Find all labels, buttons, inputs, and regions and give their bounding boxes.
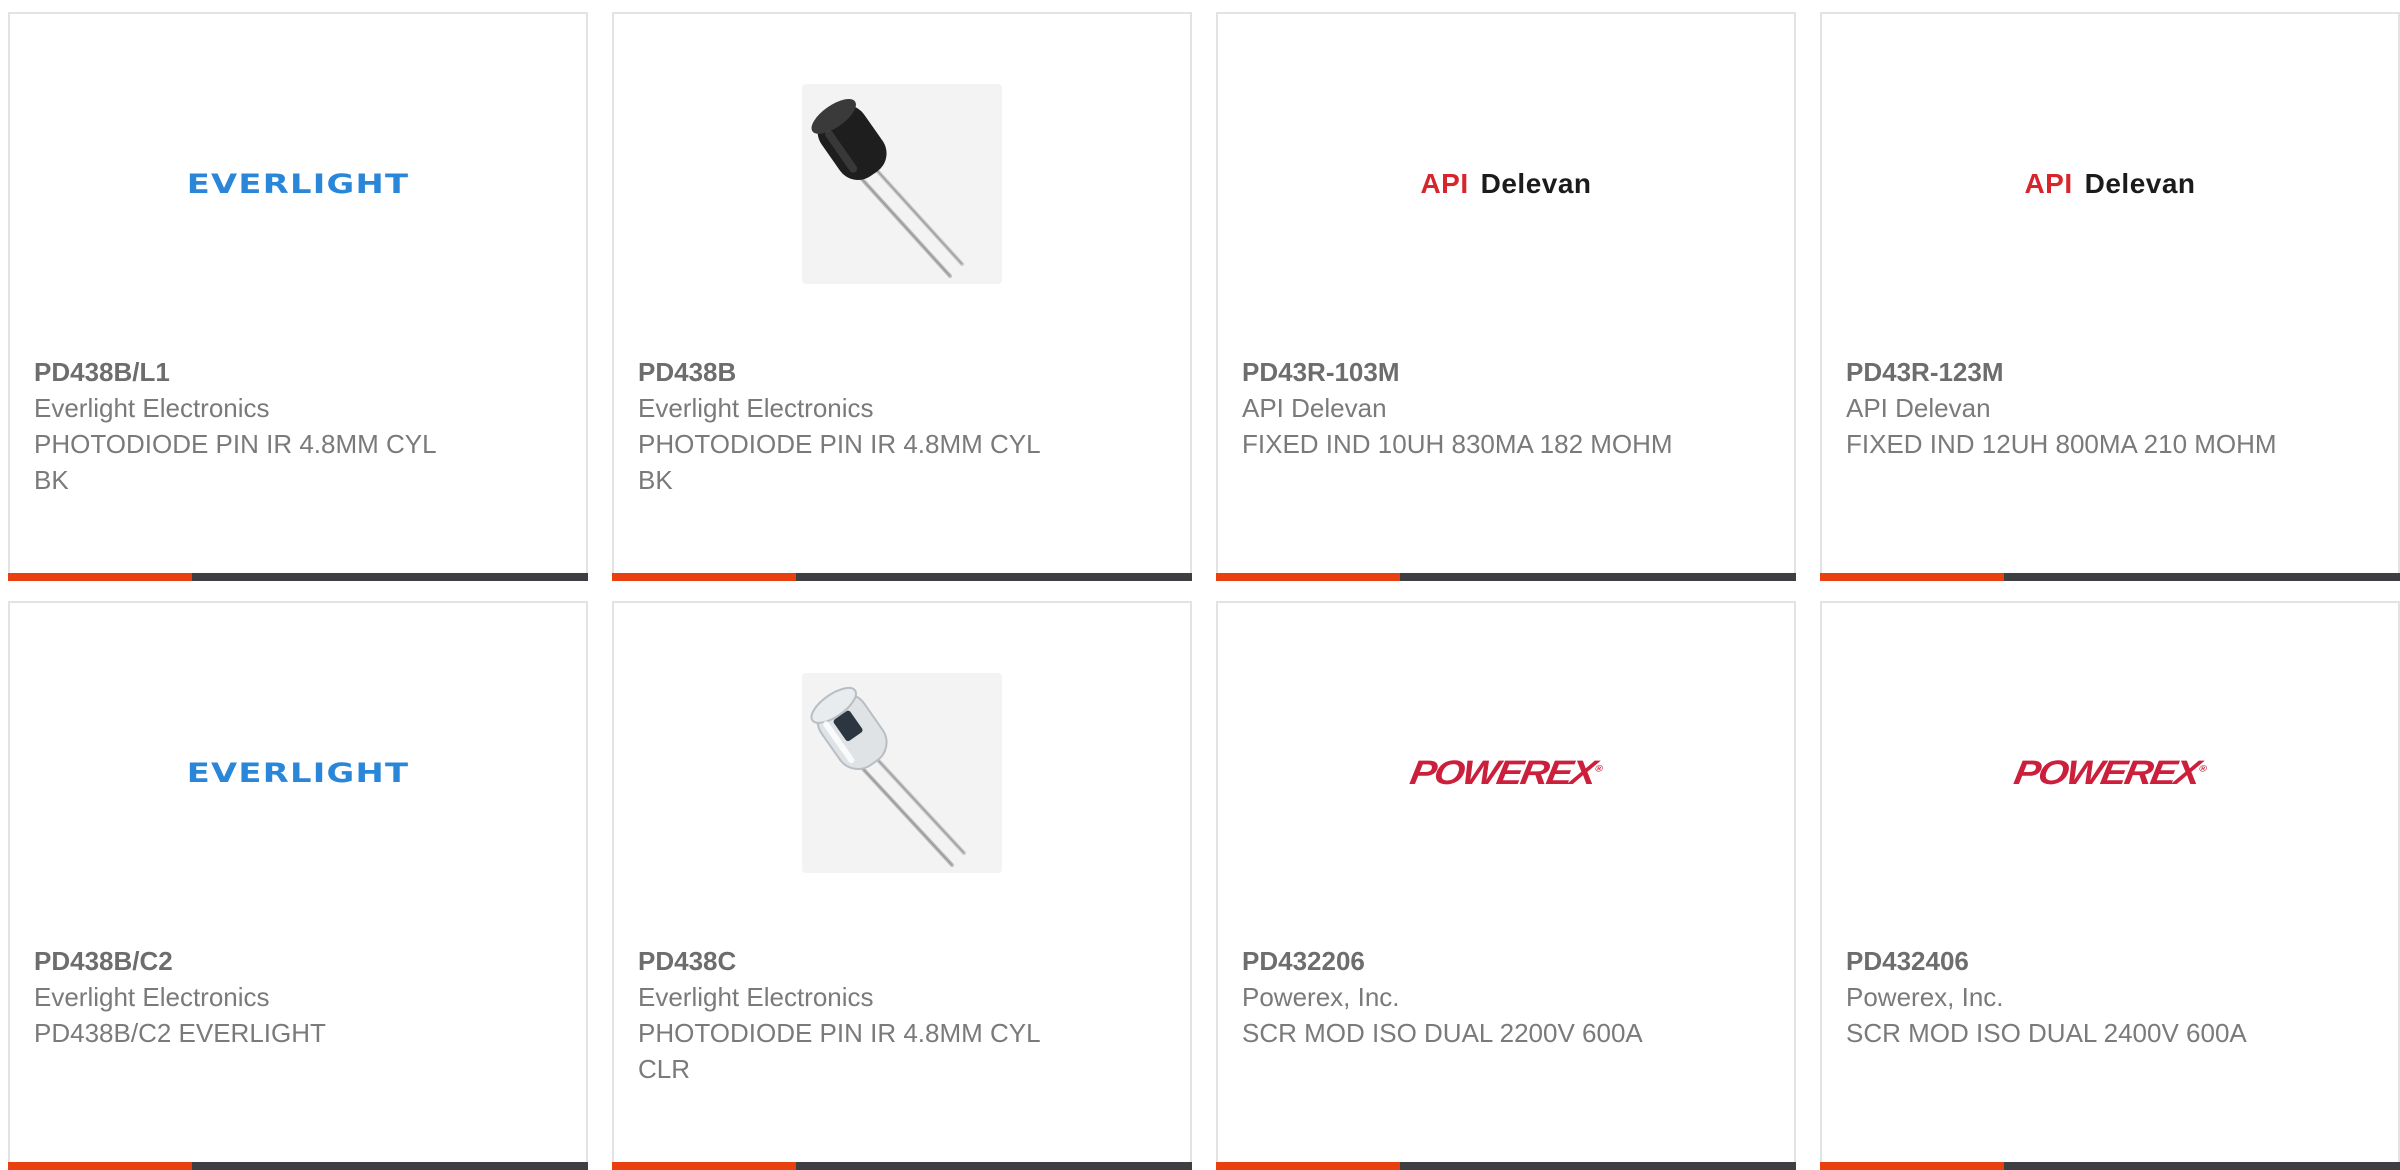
product-description: SCR MOD ISO DUAL 2200V 600A (1242, 1018, 1643, 1048)
product-info: PD438B/C2 Everlight Electronics PD438B/C… (34, 943, 474, 1051)
product-card[interactable]: PD438B Everlight Electronics PHOTODIODE … (612, 12, 1192, 581)
card-footer-bar (612, 573, 1192, 581)
everlight-logo: EVERLIGHT (186, 168, 410, 200)
product-info: PD43R-123M API Delevan FIXED IND 12UH 80… (1846, 354, 2286, 462)
manufacturer-name: Everlight Electronics (34, 982, 270, 1012)
product-description: PHOTODIODE PIN IR 4.8MM CYL CLR (638, 1018, 1040, 1084)
product-card[interactable]: API Delevan PD43R-123M API Delevan FIXED … (1820, 12, 2400, 581)
product-image: API Delevan (1218, 64, 1794, 304)
card-footer-bar (612, 1162, 1192, 1170)
delevan-logo-text: Delevan (1480, 168, 1592, 199)
product-info: PD43R-103M API Delevan FIXED IND 10UH 83… (1242, 354, 1682, 462)
card-footer-bar (1216, 1162, 1796, 1170)
powerex-logo-text: POWEREX (2011, 753, 2202, 792)
manufacturer-name: Everlight Electronics (638, 982, 874, 1012)
part-number[interactable]: PD432206 (1242, 943, 1682, 979)
part-number[interactable]: PD438B (638, 354, 1078, 390)
manufacturer-name: Powerex, Inc. (1846, 982, 2004, 1012)
product-description: PHOTODIODE PIN IR 4.8MM CYL BK (34, 429, 436, 495)
api-delevan-logo: API Delevan (2024, 168, 2195, 200)
product-card[interactable]: PD438C Everlight Electronics PHOTODIODE … (612, 601, 1192, 1170)
product-info: PD438C Everlight Electronics PHOTODIODE … (638, 943, 1078, 1087)
product-description: PHOTODIODE PIN IR 4.8MM CYL BK (638, 429, 1040, 495)
product-info: PD438B/L1 Everlight Electronics PHOTODIO… (34, 354, 474, 498)
powerex-logo: POWEREX® (1407, 753, 1604, 792)
api-logo-text: API (1420, 168, 1469, 199)
everlight-logo: EVERLIGHT (186, 757, 410, 789)
manufacturer-name: API Delevan (1242, 393, 1387, 423)
product-image (614, 64, 1190, 304)
manufacturer-name: Powerex, Inc. (1242, 982, 1400, 1012)
product-card[interactable]: POWEREX® PD432406 Powerex, Inc. SCR MOD … (1820, 601, 2400, 1170)
photodiode-clear-photo (802, 673, 1002, 873)
product-info: PD432406 Powerex, Inc. SCR MOD ISO DUAL … (1846, 943, 2286, 1051)
card-footer-bar (8, 573, 588, 581)
product-image: API Delevan (1822, 64, 2398, 304)
manufacturer-name: API Delevan (1846, 393, 1991, 423)
product-grid: EVERLIGHT PD438B/L1 Everlight Electronic… (8, 12, 2400, 1170)
api-logo-text: API (2024, 168, 2073, 199)
part-number[interactable]: PD438B/L1 (34, 354, 474, 390)
product-description: SCR MOD ISO DUAL 2400V 600A (1846, 1018, 2247, 1048)
api-delevan-logo: API Delevan (1420, 168, 1591, 200)
card-footer-bar (8, 1162, 588, 1170)
card-footer-bar (1820, 573, 2400, 581)
product-image: POWEREX® (1218, 653, 1794, 893)
manufacturer-name: Everlight Electronics (34, 393, 270, 423)
product-image (614, 653, 1190, 893)
product-description: FIXED IND 12UH 800MA 210 MOHM (1846, 429, 2277, 459)
part-number[interactable]: PD438B/C2 (34, 943, 474, 979)
part-number[interactable]: PD432406 (1846, 943, 2286, 979)
manufacturer-name: Everlight Electronics (638, 393, 874, 423)
delevan-logo-text: Delevan (2084, 168, 2196, 199)
card-footer-bar (1820, 1162, 2400, 1170)
product-description: FIXED IND 10UH 830MA 182 MOHM (1242, 429, 1673, 459)
powerex-logo: POWEREX® (2011, 753, 2208, 792)
product-description: PD438B/C2 EVERLIGHT (34, 1018, 326, 1048)
part-number[interactable]: PD438C (638, 943, 1078, 979)
product-image: EVERLIGHT (10, 64, 586, 304)
product-image: EVERLIGHT (10, 653, 586, 893)
product-info: PD432206 Powerex, Inc. SCR MOD ISO DUAL … (1242, 943, 1682, 1051)
part-number[interactable]: PD43R-123M (1846, 354, 2286, 390)
product-card[interactable]: POWEREX® PD432206 Powerex, Inc. SCR MOD … (1216, 601, 1796, 1170)
part-number[interactable]: PD43R-103M (1242, 354, 1682, 390)
powerex-logo-text: POWEREX (1407, 753, 1598, 792)
card-footer-bar (1216, 573, 1796, 581)
product-info: PD438B Everlight Electronics PHOTODIODE … (638, 354, 1078, 498)
photodiode-black-photo (802, 84, 1002, 284)
product-card[interactable]: API Delevan PD43R-103M API Delevan FIXED … (1216, 12, 1796, 581)
product-card[interactable]: EVERLIGHT PD438B/L1 Everlight Electronic… (8, 12, 588, 581)
product-card[interactable]: EVERLIGHT PD438B/C2 Everlight Electronic… (8, 601, 588, 1170)
product-image: POWEREX® (1822, 653, 2398, 893)
